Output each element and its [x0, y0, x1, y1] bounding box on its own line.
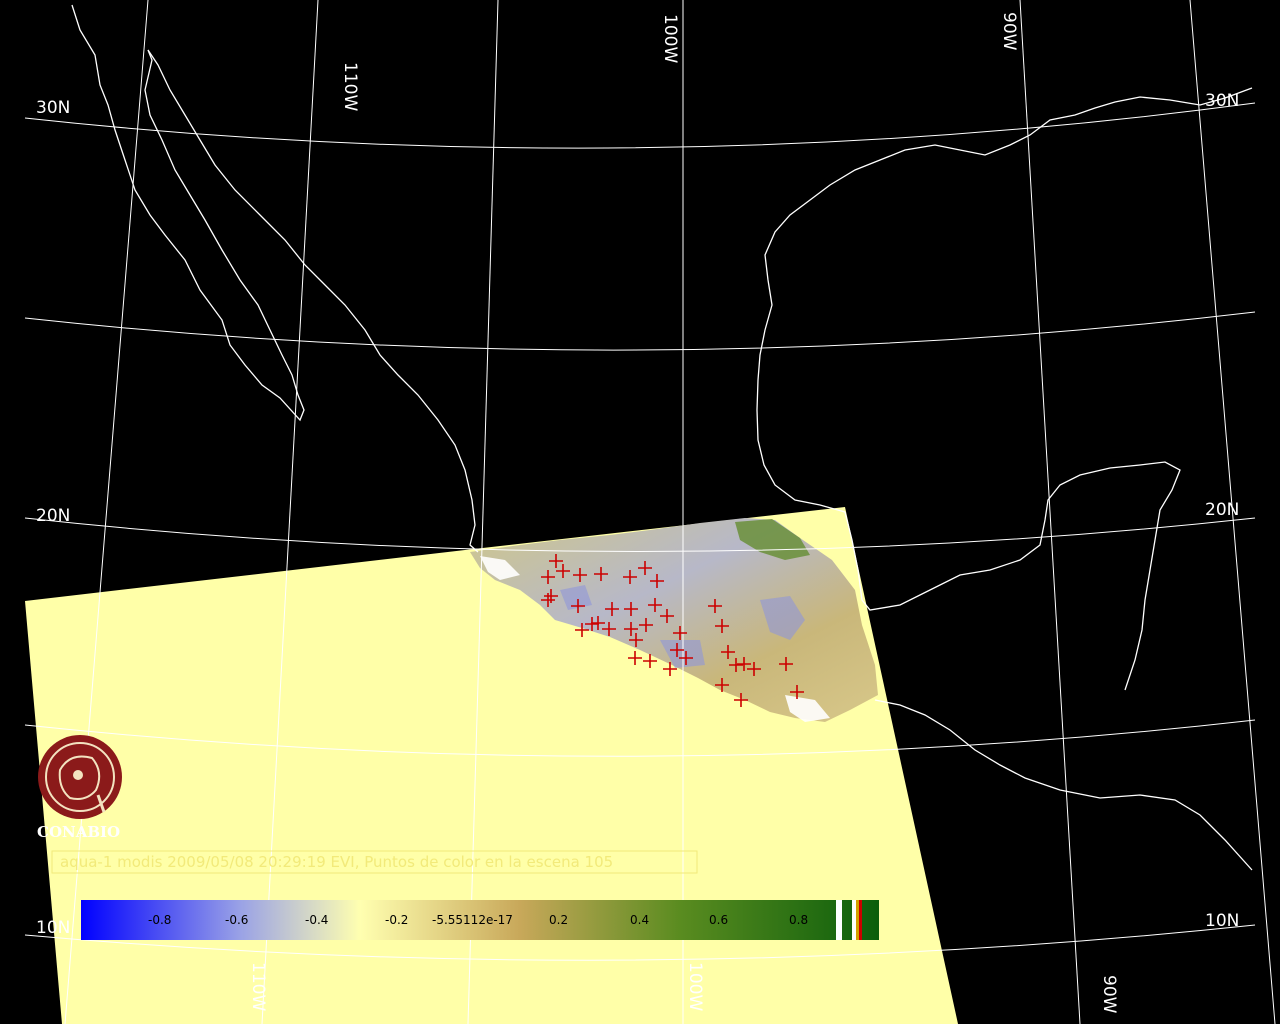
- satellite-map: 30N 30N 20N 20N 10N 10N 110W 100W 90W 11…: [0, 0, 1280, 1024]
- lat-label-10n-right: 10N: [1205, 911, 1239, 931]
- logo-text: CONABIO: [37, 823, 120, 841]
- lat-label-20n-left: 20N: [36, 506, 70, 526]
- lat-label-20n-right: 20N: [1205, 500, 1239, 520]
- lon-label-90w-bottom: 90W: [1099, 975, 1119, 1014]
- colorbar-tick-label: -0.8: [148, 913, 171, 927]
- colorbar-tick-label: 0.6: [709, 913, 728, 927]
- lon-label-100w-top: 100W: [660, 14, 680, 63]
- caption-text: aqua-1 modis 2009/05/08 20:29:19 EVI, Pu…: [60, 853, 613, 871]
- lon-label-110w-bottom: 110W: [248, 962, 268, 1011]
- colorbar-tick-label: -0.6: [225, 913, 248, 927]
- scene-caption: aqua-1 modis 2009/05/08 20:29:19 EVI, Pu…: [51, 850, 698, 874]
- conabio-logo: CONABIO: [37, 735, 122, 841]
- colorbar-tick-label: 0.8: [789, 913, 808, 927]
- lon-label-100w-bottom: 100W: [685, 962, 705, 1011]
- lon-label-90w-top: 90W: [999, 12, 1019, 51]
- lon-label-110w-top: 110W: [340, 62, 360, 111]
- colorbar-tick-label: -0.2: [385, 913, 408, 927]
- colorbar-tick-label: -0.4: [305, 913, 328, 927]
- colorbar-tick-label: 0.4: [630, 913, 649, 927]
- colorbar: -0.8 -0.6 -0.4 -0.2 -5.55112e-17 0.2 0.4 0.6 0.8: [81, 900, 879, 940]
- lat-label-10n-left: 10N: [36, 918, 70, 938]
- colorbar-tick-label: 0.2: [549, 913, 568, 927]
- lat-label-30n-right: 30N: [1205, 91, 1239, 111]
- colorbar-tick-label: -5.55112e-17: [432, 913, 513, 927]
- lat-label-30n-left: 30N: [36, 98, 70, 118]
